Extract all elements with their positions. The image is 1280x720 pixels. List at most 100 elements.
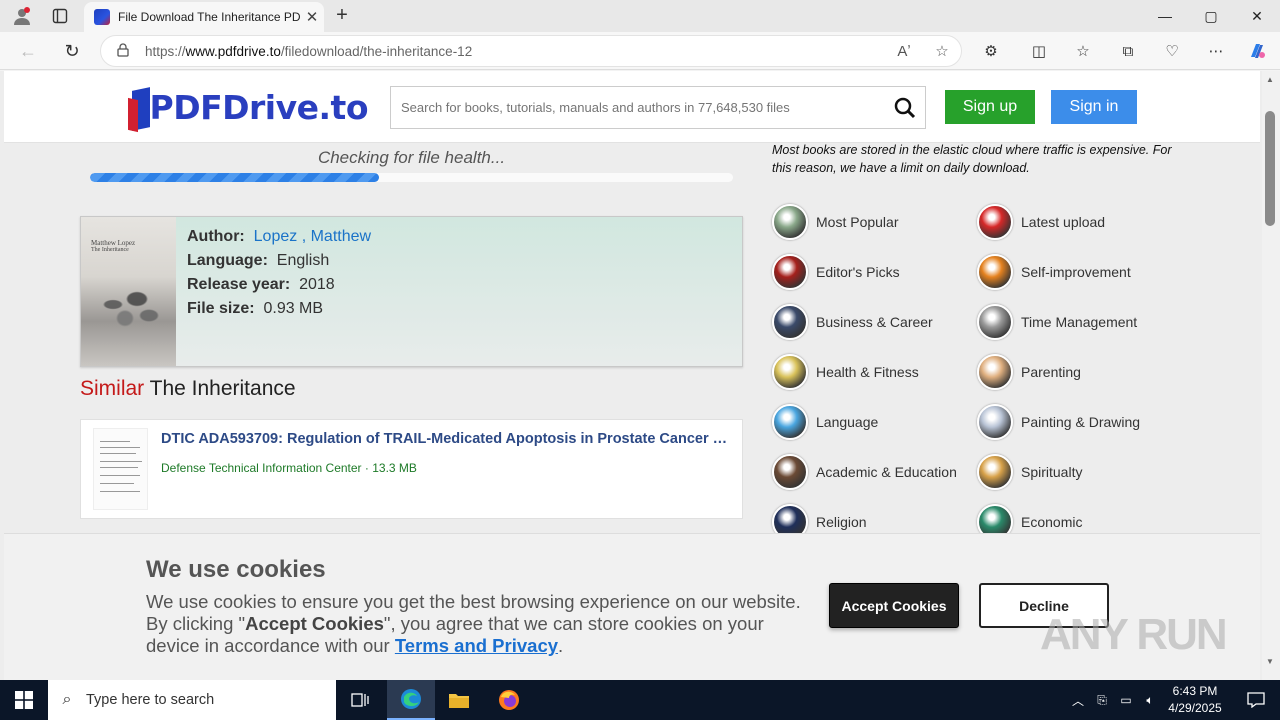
taskbar-search-placeholder: Type here to search [86, 692, 215, 708]
painting-drawing-icon [977, 404, 1013, 440]
taskbar-search[interactable]: ⌕ Type here to search [48, 680, 336, 720]
author-link-first[interactable]: , Matthew [302, 228, 371, 245]
taskbar-clock[interactable]: 6:43 PM 4/29/2025 [1160, 683, 1230, 717]
more-menu-icon[interactable]: ⋯ [1200, 36, 1232, 66]
profile-icon[interactable] [2, 0, 42, 32]
back-icon[interactable]: ← [12, 36, 44, 66]
category-item[interactable]: Self-improvement [977, 252, 1177, 292]
active-tab[interactable]: File Download The Inheritance PDF ✕ [84, 2, 324, 32]
category-label: Language [816, 414, 879, 430]
extensions-icon[interactable]: ⚙ [975, 36, 1007, 66]
refresh-icon[interactable]: ↻ [56, 36, 88, 66]
sign-in-button[interactable]: Sign in [1051, 90, 1137, 124]
business-career-icon [772, 304, 808, 340]
address-toolbar: ← ↻ https://www.pdfdrive.to/filedownload… [0, 32, 1280, 70]
read-aloud-icon[interactable]: Aʼ [885, 43, 923, 60]
category-item[interactable]: Health & Fitness [772, 352, 972, 392]
tray-overflow-icon[interactable]: ︿ [1066, 692, 1090, 709]
category-label: Academic & Education [816, 464, 957, 480]
site-search [390, 86, 926, 129]
volume-icon[interactable]: 🔈︎ [1138, 693, 1162, 708]
similar-book-size: · 13.3 MB [361, 461, 417, 475]
network-icon[interactable]: ▭ [1114, 693, 1138, 707]
category-item[interactable]: Editor's Picks [772, 252, 972, 292]
download-progress-fill [90, 173, 380, 182]
cover-title: The Inheritance [91, 247, 129, 253]
category-item[interactable]: Most Popular [772, 202, 972, 242]
tab-actions-icon[interactable] [40, 0, 80, 32]
favorites-icon[interactable]: ☆ [1067, 36, 1099, 66]
size-label: File size: [187, 300, 255, 317]
similar-book-item[interactable]: DTIC ADA593709: Regulation of TRAIL-Medi… [80, 419, 743, 519]
close-window-button[interactable]: ✕ [1234, 0, 1280, 32]
language-label: Language: [187, 252, 268, 269]
category-item[interactable]: Time Management [977, 302, 1177, 342]
url-prefix: https:// [145, 43, 186, 59]
split-screen-icon[interactable]: ◫ [1023, 36, 1055, 66]
page-scrollbar[interactable]: ▲ ▼ [1262, 71, 1280, 680]
scroll-down-icon[interactable]: ▼ [1266, 657, 1274, 666]
search-input[interactable] [391, 100, 885, 115]
most-popular-icon [772, 204, 808, 240]
site-header: PDFDrive.to Sign up Sign in [4, 71, 1260, 143]
similar-book-publisher: Defense Technical Information Center [161, 461, 362, 475]
notification-icon[interactable] [1232, 680, 1280, 720]
network-device-icon[interactable]: ⎘ [1090, 693, 1114, 708]
favorite-star-icon[interactable]: ☆ [923, 42, 961, 60]
task-view-icon[interactable] [336, 680, 384, 720]
url-text[interactable]: https://www.pdfdrive.to/filedownload/the… [145, 44, 885, 59]
cover-author: Matthew Lopez [91, 239, 136, 247]
start-button[interactable] [0, 680, 48, 720]
book-cover[interactable]: Matthew Lopez The Inheritance [81, 217, 176, 366]
category-label: Editor's Picks [816, 264, 900, 280]
category-label: Most Popular [816, 214, 899, 230]
similar-book-title[interactable]: DTIC ADA593709: Regulation of TRAIL-Medi… [161, 431, 735, 447]
year-label: Release year: [187, 276, 291, 293]
cookie-text-bold: Accept Cookies [245, 613, 384, 634]
similar-book-thumbnail[interactable] [93, 428, 148, 510]
minimize-button[interactable]: — [1142, 0, 1188, 32]
category-label: Time Management [1021, 314, 1138, 330]
browser-window: File Download The Inheritance PDF ✕ + — … [0, 0, 1280, 680]
collections-icon[interactable]: ⧉ [1112, 36, 1144, 66]
copilot-icon[interactable] [1241, 36, 1273, 66]
category-item[interactable]: Painting & Drawing [977, 402, 1177, 442]
size-row: File size: 0.93 MB [187, 297, 371, 321]
search-icon[interactable] [885, 97, 925, 119]
latest-upload-icon [977, 204, 1013, 240]
category-item[interactable]: Parenting [977, 352, 1177, 392]
scroll-up-icon[interactable]: ▲ [1266, 75, 1274, 84]
sign-up-button[interactable]: Sign up [945, 90, 1035, 124]
accept-cookies-button[interactable]: Accept Cookies [829, 583, 959, 628]
category-label: Business & Career [816, 314, 933, 330]
tab-title: File Download The Inheritance PDF [118, 10, 300, 24]
edge-taskbar-icon[interactable] [387, 680, 435, 720]
category-label: Painting & Drawing [1021, 414, 1141, 430]
new-tab-button[interactable]: + [330, 4, 354, 28]
category-label: Health & Fitness [816, 364, 919, 380]
maximize-button[interactable]: ▢ [1188, 0, 1234, 32]
author-row: Author: Lopez , Matthew [187, 225, 371, 249]
category-label: Parenting [1021, 364, 1081, 380]
browser-essentials-icon[interactable]: ♡ [1156, 36, 1188, 66]
address-bar[interactable]: https://www.pdfdrive.to/filedownload/the… [100, 35, 962, 67]
firefox-icon[interactable] [485, 680, 533, 720]
author-link-last[interactable]: Lopez [254, 228, 298, 245]
tab-close-icon[interactable]: ✕ [300, 8, 324, 26]
cover-photo [89, 277, 169, 332]
category-item[interactable]: Latest upload [977, 202, 1177, 242]
file-explorer-icon[interactable] [435, 680, 483, 720]
category-label: Spiritualty [1021, 464, 1083, 480]
lock-icon[interactable] [101, 42, 145, 60]
site-logo[interactable]: PDFDrive.to [128, 79, 369, 135]
category-item[interactable]: Language [772, 402, 972, 442]
system-tray: ︿ ⎘ ▭ 🔈︎ [1066, 680, 1162, 720]
scroll-thumb[interactable] [1265, 111, 1275, 226]
language-value: English [276, 252, 330, 269]
similar-heading: Similar The Inheritance [80, 377, 296, 401]
category-item[interactable]: Academic & Education [772, 452, 972, 492]
category-item[interactable]: Spiritualty [977, 452, 1177, 492]
editors-picks-icon [772, 254, 808, 290]
terms-privacy-link[interactable]: Terms and Privacy [395, 635, 558, 656]
category-item[interactable]: Business & Career [772, 302, 972, 342]
